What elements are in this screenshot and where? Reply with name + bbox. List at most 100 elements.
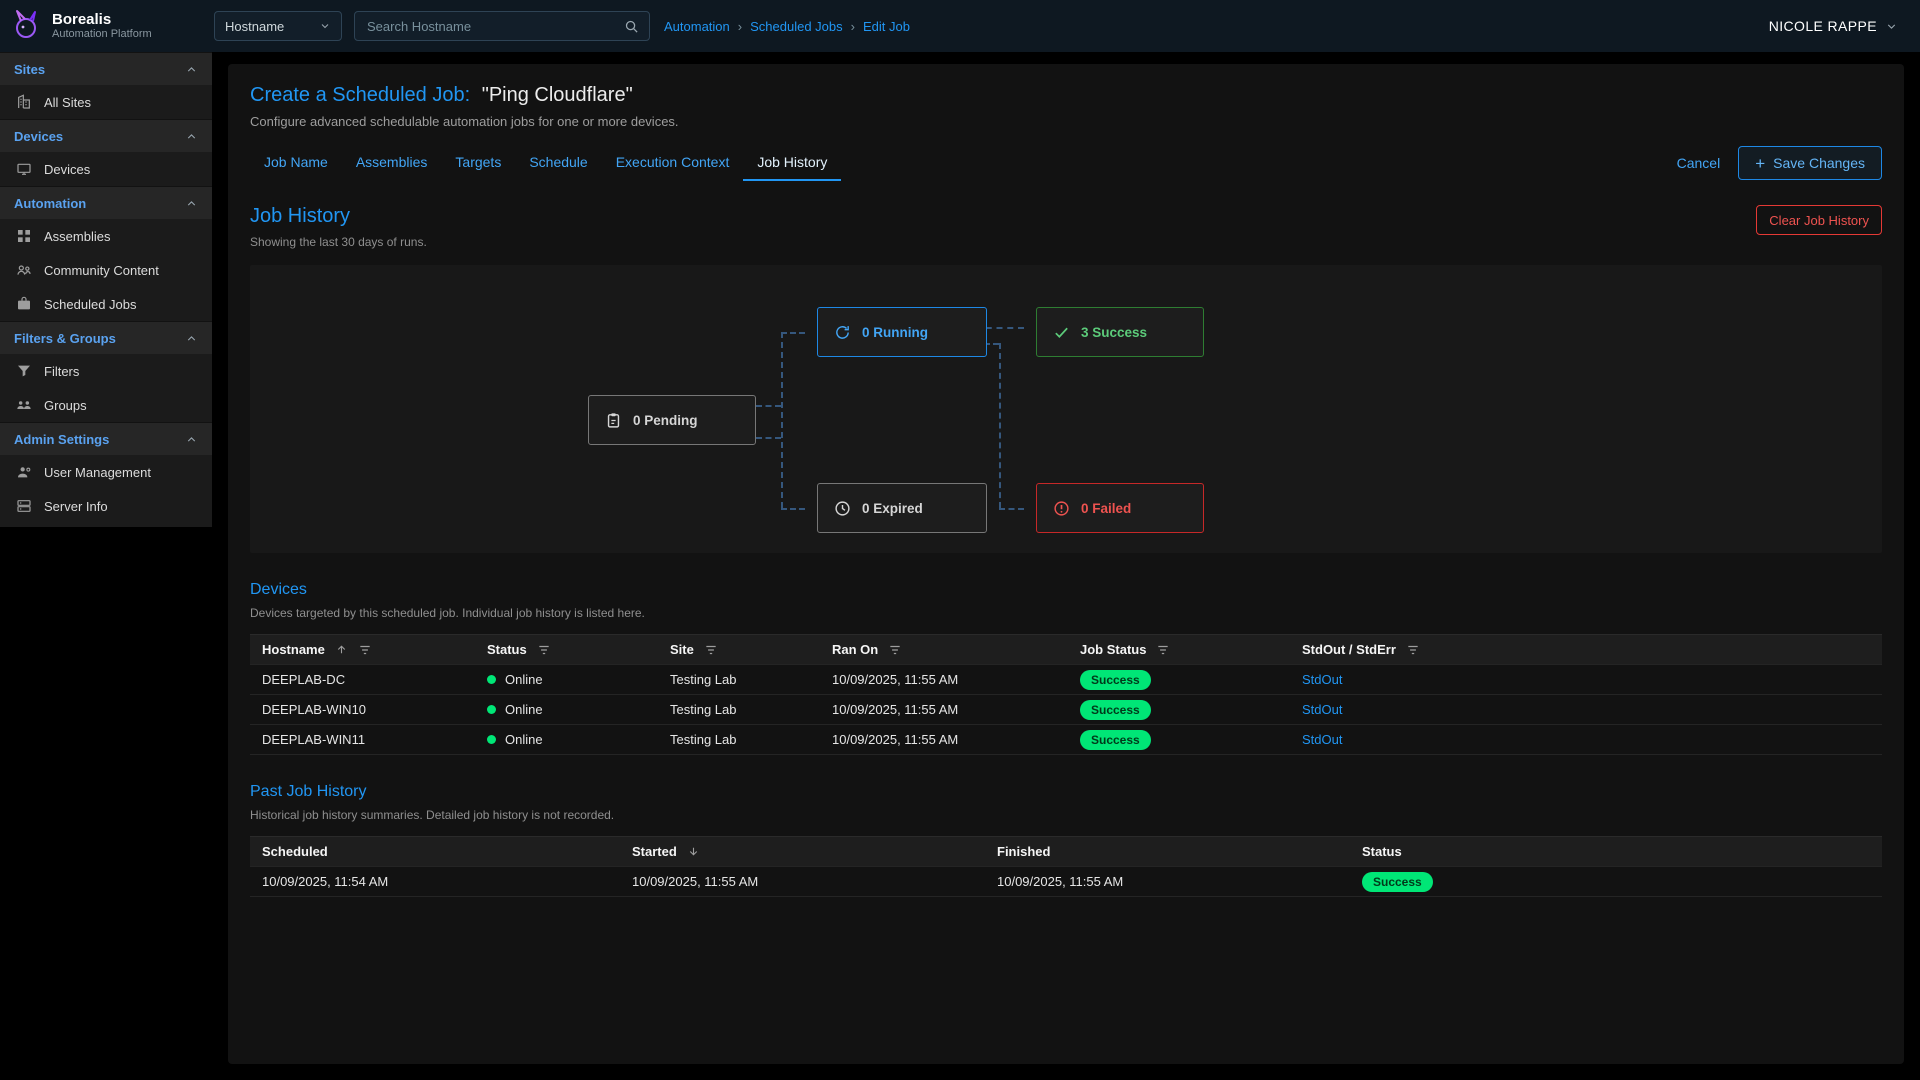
past-job-history-heading: Past Job History [250,783,1882,801]
column-header-status[interactable]: Status [1362,844,1870,859]
stdout-link[interactable]: StdOut [1302,732,1342,747]
stdout-cell: StdOut [1302,672,1870,687]
online-dot [487,675,496,684]
save-changes-button[interactable]: + Save Changes [1738,146,1882,180]
breadcrumb-separator: › [738,19,742,34]
brand-subtitle: Automation Platform [52,28,152,41]
user-menu[interactable]: NICOLE RAPPE [1769,18,1898,34]
breadcrumb-automation[interactable]: Automation [664,19,730,34]
sidebar-item-assemblies[interactable]: Assemblies [0,219,212,253]
breadcrumb-scheduled-jobs[interactable]: Scheduled Jobs [750,19,843,34]
column-header-stdout[interactable]: StdOut / StdErr [1302,642,1870,657]
online-dot [487,705,496,714]
chevron-up-icon [185,433,198,446]
clock-icon [834,500,851,517]
hostname-cell: DEEPLAB-WIN11 [262,732,487,747]
flow-node-failed[interactable]: 0 Failed [1036,483,1204,533]
column-header-finished[interactable]: Finished [997,844,1362,859]
column-label: Finished [997,844,1050,859]
past-job-history-subtext: Historical job history summaries. Detail… [250,808,1882,822]
ran-on-cell: 10/09/2025, 11:55 AM [832,702,1080,717]
flow-node-label: 0 Pending [633,413,698,428]
column-label: Job Status [1080,642,1146,657]
flow-connector [781,332,783,508]
sidebar-section-devices[interactable]: Devices [0,119,212,152]
sidebar-item-devices[interactable]: Devices [0,152,212,186]
column-header-status[interactable]: Status [487,642,670,657]
column-header-hostname[interactable]: Hostname [262,642,487,657]
flow-connector [999,508,1024,510]
community-icon [16,262,32,278]
page-subtitle: Configure advanced schedulable automatio… [250,114,1882,129]
clear-job-history-button[interactable]: Clear Job History [1756,205,1882,235]
sidebar-item-server-info[interactable]: Server Info [0,489,212,523]
sidebar-item-filters[interactable]: Filters [0,354,212,388]
filter-list-icon[interactable] [537,643,551,657]
job-history-subtext: Showing the last 30 days of runs. [250,235,427,249]
sidebar-item-label: All Sites [44,95,91,110]
column-header-started[interactable]: Started [632,844,997,859]
status-badge: Success [1080,670,1151,690]
column-label: Started [632,844,677,859]
search-input[interactable] [365,18,624,35]
filter-list-icon[interactable] [704,643,718,657]
stdout-link[interactable]: StdOut [1302,672,1342,687]
hostname-select[interactable]: Hostname [214,11,342,41]
chevron-up-icon [185,332,198,345]
filter-list-icon[interactable] [1406,643,1420,657]
sidebar-item-all-sites[interactable]: All Sites [0,85,212,119]
flow-node-running[interactable]: 0 Running [817,307,987,357]
search-icon[interactable] [624,19,639,34]
sidebar-item-label: Community Content [44,263,159,278]
status-cell: Success [1362,872,1870,892]
past-table-header: Scheduled Started Finished Status [250,837,1882,867]
main-area: Create a Scheduled Job: "Ping Cloudflare… [212,52,1920,1064]
sidebar-section-filters-groups[interactable]: Filters & Groups [0,321,212,354]
job-status-cell: Success [1080,670,1302,690]
sidebar: Sites All Sites Devices Devices Automati… [0,52,212,527]
brand: Borealis Automation Platform [0,8,212,44]
sidebar-item-user-management[interactable]: User Management [0,455,212,489]
sidebar-section-automation[interactable]: Automation [0,186,212,219]
started-cell: 10/09/2025, 11:55 AM [632,874,997,889]
sidebar-item-label: Devices [44,162,90,177]
tab-job-name[interactable]: Job Name [250,145,342,181]
sidebar-section-label: Sites [14,62,45,77]
running-icon [834,324,851,341]
sidebar-item-scheduled-jobs[interactable]: Scheduled Jobs [0,287,212,321]
error-icon [1053,500,1070,517]
flow-node-label: 0 Failed [1081,501,1131,516]
breadcrumb-edit-job[interactable]: Edit Job [863,19,910,34]
column-header-site[interactable]: Site [670,642,832,657]
breadcrumb: Automation › Scheduled Jobs › Edit Job [664,19,910,34]
sidebar-section-sites[interactable]: Sites [0,52,212,85]
column-header-ran-on[interactable]: Ran On [832,642,1080,657]
filter-list-icon[interactable] [1156,643,1170,657]
column-header-job-status[interactable]: Job Status [1080,642,1302,657]
filter-list-icon[interactable] [358,643,372,657]
sidebar-section-label: Filters & Groups [14,331,116,346]
flow-node-expired[interactable]: 0 Expired [817,483,987,533]
cancel-button[interactable]: Cancel [1677,155,1721,171]
flow-node-pending[interactable]: 0 Pending [588,395,756,445]
tab-schedule[interactable]: Schedule [515,145,601,181]
tab-execution-context[interactable]: Execution Context [602,145,744,181]
sidebar-item-label: Assemblies [44,229,110,244]
column-label: StdOut / StdErr [1302,642,1396,657]
column-header-scheduled[interactable]: Scheduled [262,844,632,859]
tab-assemblies[interactable]: Assemblies [342,145,442,181]
sidebar-item-label: Filters [44,364,79,379]
status-cell: Online [487,702,670,717]
stdout-link[interactable]: StdOut [1302,702,1342,717]
flow-node-success[interactable]: 3 Success [1036,307,1204,357]
sidebar-section-label: Automation [14,196,86,211]
column-label: Hostname [262,642,325,657]
status-badge: Success [1362,872,1433,892]
tab-job-history[interactable]: Job History [743,145,841,181]
flow-node-label: 0 Running [862,325,928,340]
sidebar-item-community-content[interactable]: Community Content [0,253,212,287]
sidebar-item-groups[interactable]: Groups [0,388,212,422]
sidebar-section-admin-settings[interactable]: Admin Settings [0,422,212,455]
filter-list-icon[interactable] [888,643,902,657]
tab-targets[interactable]: Targets [441,145,515,181]
